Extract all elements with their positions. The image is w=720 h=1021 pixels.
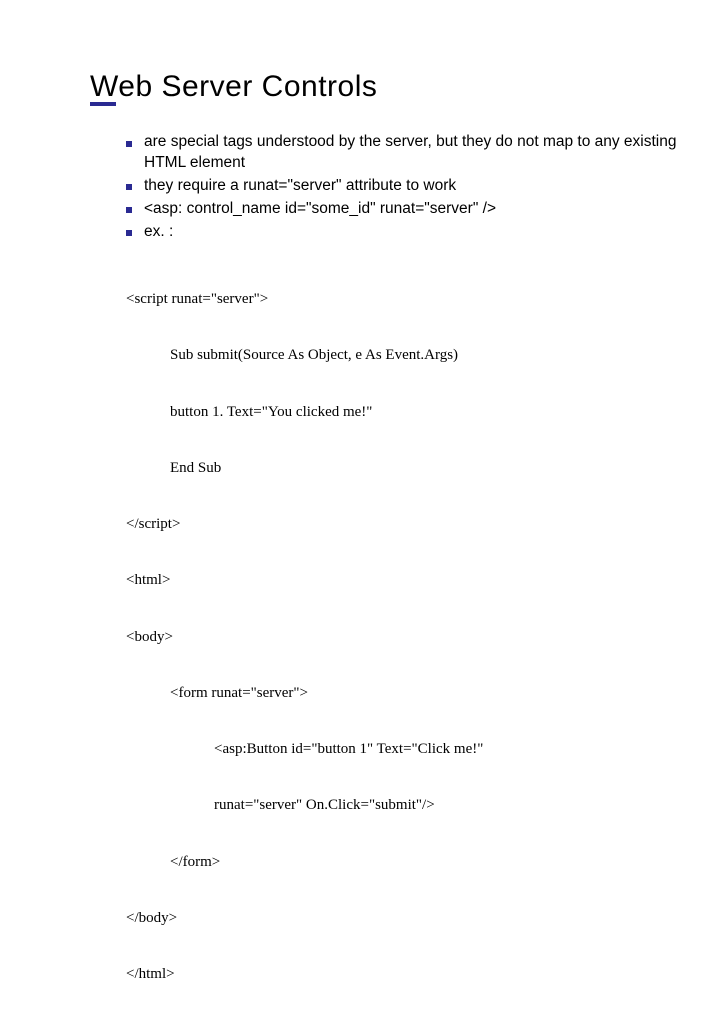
bullet-square-icon bbox=[126, 207, 132, 213]
bullet-text: are special tags understood by the serve… bbox=[144, 133, 677, 171]
accent-bar-icon bbox=[90, 102, 116, 106]
code-line: runat="server" On.Click="submit"/> bbox=[214, 796, 690, 815]
bullet-text: they require a runat="server" attribute … bbox=[144, 177, 456, 194]
code-line: <asp:Button id="button 1" Text="Click me… bbox=[214, 740, 690, 759]
list-item: they require a runat="server" attribute … bbox=[126, 176, 690, 197]
code-line: </script> bbox=[126, 515, 690, 534]
code-line: End Sub bbox=[170, 459, 690, 478]
bullet-square-icon bbox=[126, 230, 132, 236]
bullet-text: ex. : bbox=[144, 223, 173, 240]
code-line: <script runat="server"> bbox=[126, 290, 690, 309]
code-line: <body> bbox=[126, 628, 690, 647]
code-line: </form> bbox=[170, 853, 690, 872]
code-line: </body> bbox=[126, 909, 690, 928]
code-line: </html> bbox=[126, 965, 690, 984]
slide: Web Server Controls are special tags und… bbox=[0, 0, 720, 540]
bullet-square-icon bbox=[126, 141, 132, 147]
bullet-square-icon bbox=[126, 184, 132, 190]
code-line: Sub submit(Source As Object, e As Event.… bbox=[170, 346, 690, 365]
code-line: button 1. Text="You clicked me!" bbox=[170, 403, 690, 422]
bullet-text: <asp: control_name id="some_id" runat="s… bbox=[144, 200, 496, 217]
code-block: <script runat="server"> Sub submit(Sourc… bbox=[126, 253, 690, 1021]
list-item: <asp: control_name id="some_id" runat="s… bbox=[126, 199, 690, 220]
bullet-list: are special tags understood by the serve… bbox=[126, 132, 690, 243]
list-item: ex. : bbox=[126, 222, 690, 243]
page-title: Web Server Controls bbox=[90, 70, 690, 104]
code-line: <html> bbox=[126, 571, 690, 590]
list-item: are special tags understood by the serve… bbox=[126, 132, 690, 174]
code-line: <form runat="server"> bbox=[170, 684, 690, 703]
